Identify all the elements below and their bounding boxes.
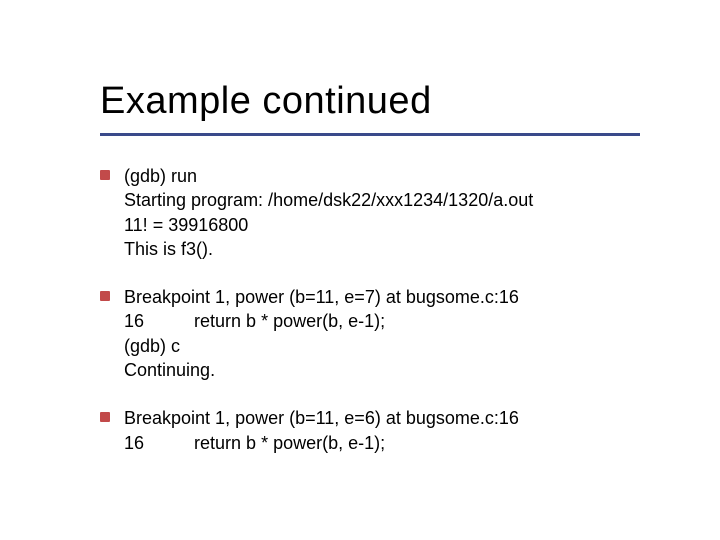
gdb-continue-line: (gdb) c [124, 334, 680, 358]
breakpoint-line: Breakpoint 1, power (b=11, e=7) at bugso… [124, 285, 680, 309]
bullet-icon [100, 291, 110, 301]
slide-title: Example continued [100, 80, 680, 123]
breakpoint-line: Breakpoint 1, power (b=11, e=6) at bugso… [124, 406, 680, 430]
slide: Example continued (gdb) run Starting pro… [0, 0, 720, 540]
content-block-2: Breakpoint 1, power (b=11, e=7) at bugso… [100, 285, 680, 382]
content-block-1: (gdb) run Starting program: /home/dsk22/… [100, 164, 680, 261]
gdb-run-line: (gdb) run [124, 164, 680, 188]
continuing-line: Continuing. [124, 358, 680, 382]
title-underline [100, 133, 640, 136]
content-block-3: Breakpoint 1, power (b=11, e=6) at bugso… [100, 406, 680, 455]
factorial-output-line: 11! = 39916800 [124, 213, 680, 237]
bullet-icon [100, 412, 110, 422]
source-line: 16 return b * power(b, e-1); [124, 431, 680, 455]
source-line: 16 return b * power(b, e-1); [124, 309, 680, 333]
f3-output-line: This is f3(). [124, 237, 680, 261]
bullet-icon [100, 170, 110, 180]
starting-program-line: Starting program: /home/dsk22/xxx1234/13… [124, 188, 680, 212]
